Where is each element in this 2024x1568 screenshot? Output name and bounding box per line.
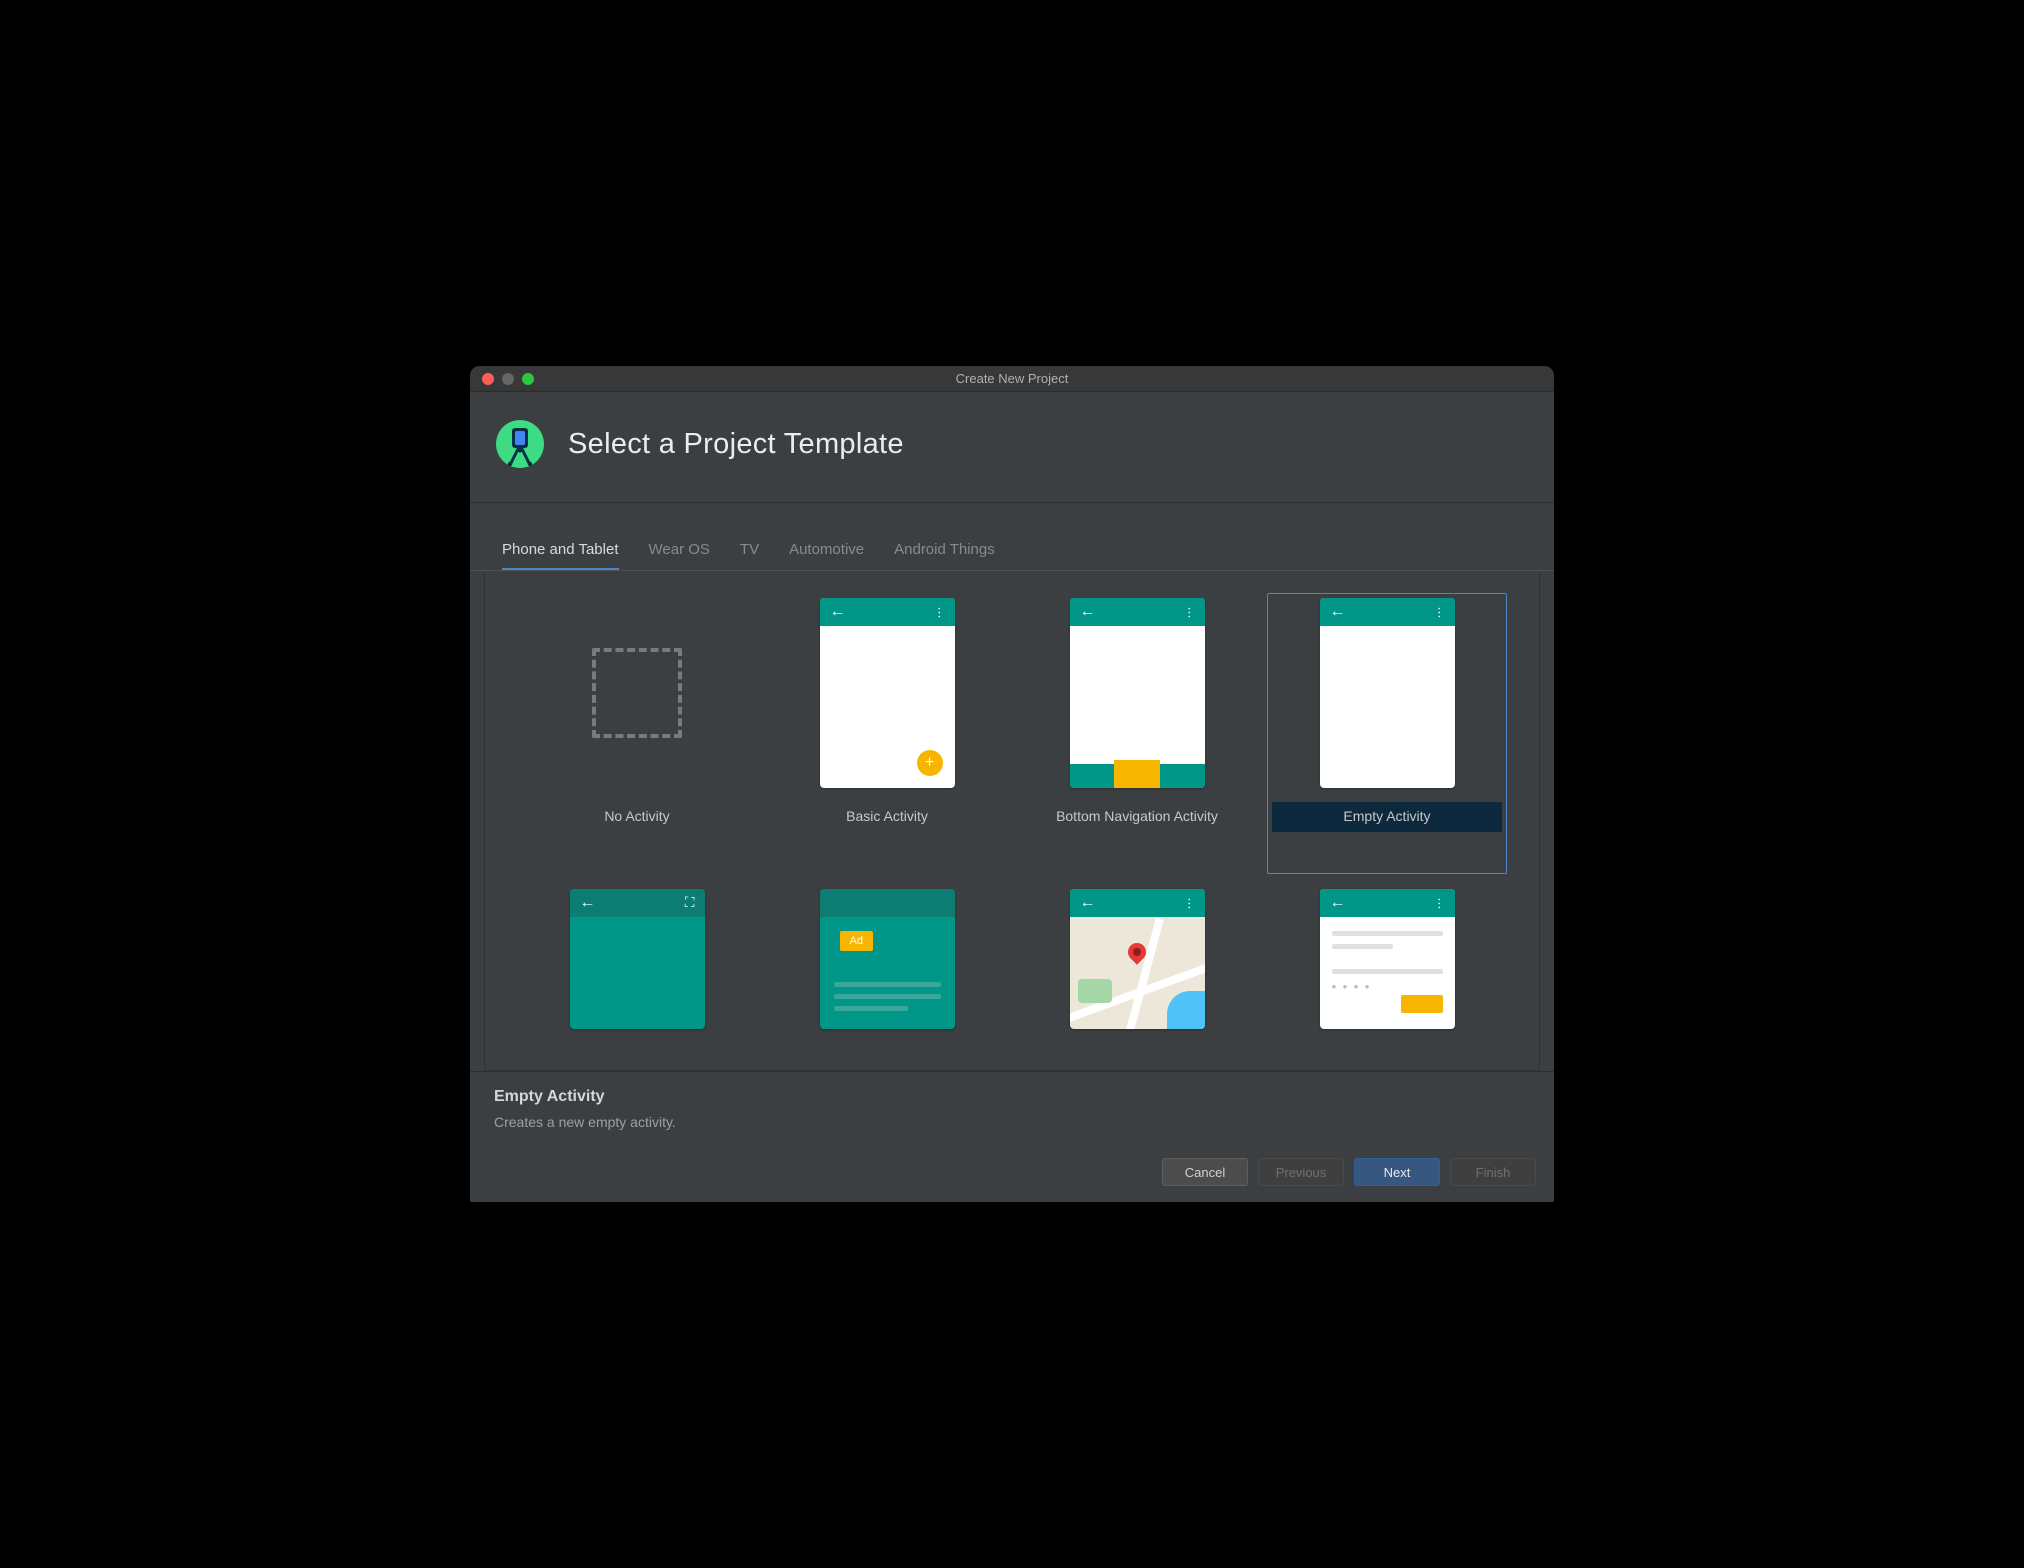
- tab-tv[interactable]: TV: [740, 541, 759, 570]
- bottom-nav-icon: [1070, 764, 1205, 788]
- login-button-icon: [1401, 995, 1443, 1013]
- overflow-icon: ⋯: [932, 607, 946, 618]
- tab-android-things[interactable]: Android Things: [894, 541, 995, 570]
- template-admob-activity[interactable]: Ad Google AdMob Ads Activity: [767, 884, 1007, 1071]
- tab-phone-tablet[interactable]: Phone and Tablet: [502, 541, 619, 570]
- description-text: Creates a new empty activity.: [494, 1114, 1530, 1130]
- wizard-buttons: Cancel Previous Next Finish: [470, 1146, 1554, 1202]
- template-fullscreen-activity[interactable]: ← ⛶ Fullscreen Activity: [517, 884, 757, 1071]
- android-studio-logo-icon: [494, 418, 546, 470]
- page-title: Select a Project Template: [568, 428, 904, 461]
- description-panel: Empty Activity Creates a new empty activ…: [470, 1071, 1554, 1146]
- new-project-window: Create New Project Select a Project Temp…: [470, 366, 1554, 1202]
- thumbnail: [570, 598, 705, 788]
- template-label: Empty Activity: [1343, 808, 1430, 824]
- template-basic-activity[interactable]: ← ⋯ + Basic Activity: [767, 593, 1007, 874]
- template-login-activity[interactable]: ← ⋯ ● ● ● ● Login Activity: [1267, 884, 1507, 1071]
- thumbnail: Ad: [820, 889, 955, 1029]
- empty-placeholder-icon: [592, 648, 682, 738]
- overflow-icon: ⋯: [1182, 607, 1196, 618]
- close-icon[interactable]: [482, 373, 494, 385]
- thumbnail: ← ⋯ ● ● ● ●: [1320, 889, 1455, 1029]
- thumbnail: ← ⛶: [570, 889, 705, 1029]
- thumbnail: ← ⋯ +: [820, 598, 955, 788]
- previous-button: Previous: [1258, 1158, 1344, 1186]
- cancel-button[interactable]: Cancel: [1162, 1158, 1248, 1186]
- template-label: Bottom Navigation Activity: [1056, 808, 1218, 824]
- overflow-icon: ⋯: [1432, 607, 1446, 618]
- thumbnail: ← ⋯: [1070, 598, 1205, 788]
- template-no-activity[interactable]: No Activity: [517, 593, 757, 874]
- back-arrow-icon: ←: [830, 604, 846, 620]
- tab-wear-os[interactable]: Wear OS: [649, 541, 710, 570]
- back-arrow-icon: ←: [580, 895, 596, 911]
- back-arrow-icon: ←: [1080, 895, 1096, 911]
- thumbnail: ← ⋯: [1320, 598, 1455, 788]
- header: Select a Project Template: [470, 392, 1554, 503]
- tab-bar: Phone and Tablet Wear OS TV Automotive A…: [470, 527, 1554, 571]
- fullscreen-icon: ⛶: [685, 894, 695, 911]
- template-label: Basic Activity: [846, 808, 928, 824]
- template-gallery: No Activity ← ⋯ + Basic Activity ← ⋯ Bot…: [484, 571, 1540, 1071]
- titlebar: Create New Project: [470, 366, 1554, 392]
- tab-automotive[interactable]: Automotive: [789, 541, 864, 570]
- template-maps-activity[interactable]: ← ⋯ Google Maps Activity: [1017, 884, 1257, 1071]
- fab-icon: +: [917, 750, 943, 776]
- thumbnail: ← ⋯: [1070, 889, 1205, 1029]
- ad-badge: Ad: [840, 931, 873, 951]
- overflow-icon: ⋯: [1182, 897, 1196, 908]
- zoom-icon[interactable]: [522, 373, 534, 385]
- window-controls: [470, 373, 534, 385]
- overflow-icon: ⋯: [1432, 897, 1446, 908]
- back-arrow-icon: ←: [1330, 604, 1346, 620]
- window-title: Create New Project: [470, 371, 1554, 386]
- back-arrow-icon: ←: [1080, 604, 1096, 620]
- minimize-icon[interactable]: [502, 373, 514, 385]
- description-title: Empty Activity: [494, 1088, 1530, 1106]
- template-empty-activity[interactable]: ← ⋯ Empty Activity: [1267, 593, 1507, 874]
- template-bottom-navigation[interactable]: ← ⋯ Bottom Navigation Activity: [1017, 593, 1257, 874]
- template-label: No Activity: [604, 808, 669, 824]
- back-arrow-icon: ←: [1330, 895, 1346, 911]
- finish-button: Finish: [1450, 1158, 1536, 1186]
- next-button[interactable]: Next: [1354, 1158, 1440, 1186]
